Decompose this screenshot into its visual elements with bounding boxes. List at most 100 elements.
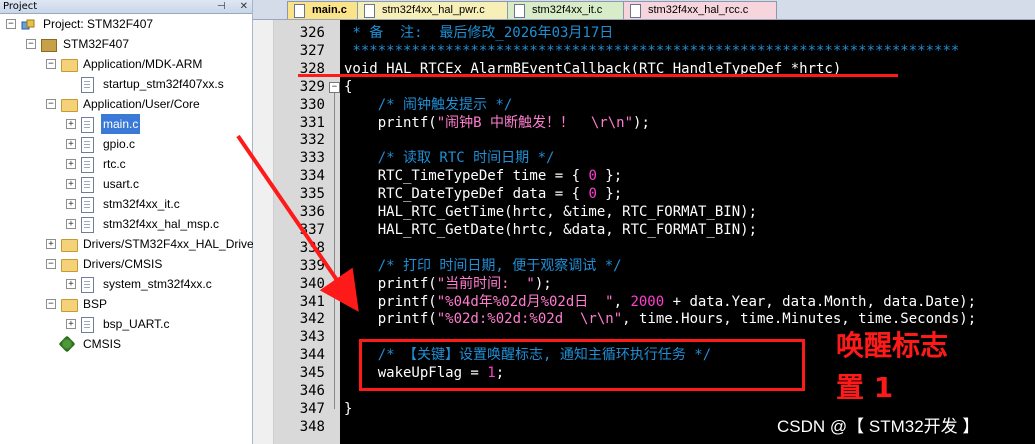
expand-icon[interactable]: + (66, 119, 76, 129)
expand-icon[interactable]: + (66, 279, 76, 289)
tab-stm32f4xx-hal-pwr-c[interactable]: stm32f4xx_hal_pwr.c (357, 1, 523, 19)
expand-icon[interactable]: + (46, 239, 56, 249)
line-number: 336 (299, 204, 325, 220)
tree-item[interactable]: − STM32F407 (0, 34, 252, 54)
tab-label: main.c (312, 4, 347, 16)
file-icon (294, 4, 305, 18)
tree-item[interactable]: + stm32f4xx_it.c (0, 194, 252, 214)
code-line[interactable]: printf("%04d年%02d月%02d日 ", 2000 + data.Y… (344, 293, 976, 311)
line-number: 348 (299, 418, 325, 435)
expand-icon[interactable]: + (66, 219, 76, 229)
tab-label: stm32f4xx_hal_pwr.c (382, 4, 485, 16)
tree-item[interactable]: + usart.c (0, 174, 252, 194)
file-icon (630, 4, 641, 18)
line-number: 344 (299, 347, 325, 364)
folder-icon (61, 99, 78, 112)
file-icon (81, 197, 94, 213)
line-number: 338 (299, 239, 325, 256)
annotation-note-line1: 唤醒标志 (836, 329, 949, 362)
line-number: 329 (299, 78, 325, 95)
file-icon (81, 277, 94, 293)
collapse-icon[interactable]: − (46, 299, 56, 309)
tree-item[interactable]: + system_stm32f4xx.c (0, 274, 252, 294)
tree-item-label: system_stm32f4xx.c (103, 277, 212, 291)
tree-item[interactable]: − Project: STM32F407 (0, 14, 252, 34)
tree-item-label: Drivers/CMSIS (83, 257, 163, 271)
editor-tabbar: main.c stm32f4xx_hal_pwr.c stm32f4xx_it.… (253, 0, 1035, 20)
code-line[interactable]: ****************************************… (344, 42, 959, 60)
expand-icon[interactable]: + (66, 139, 76, 149)
tree-item-label: Drivers/STM32F4xx_HAL_Driver (83, 237, 258, 251)
tree-item[interactable]: startup_stm32f407xx.s (0, 74, 252, 94)
collapse-icon[interactable]: − (46, 99, 56, 109)
line-number: 339 (299, 257, 325, 274)
code-line[interactable]: * 备 注: 最后修改_2026年03月17日 (344, 24, 613, 42)
expand-icon[interactable]: + (66, 159, 76, 169)
tree-item[interactable]: − Application/User/Core (0, 94, 252, 114)
code-line[interactable]: } (344, 400, 352, 418)
target-icon (41, 39, 57, 52)
tree-item[interactable]: − Application/MDK-ARM (0, 54, 252, 74)
close-icon[interactable]: ✕ (240, 1, 248, 12)
tree-item[interactable]: + Drivers/STM32F4xx_HAL_Driver (0, 234, 258, 254)
tree-item[interactable]: − BSP (0, 294, 252, 314)
code-line[interactable]: RTC_TimeTypeDef time = { 0 }; (344, 167, 622, 185)
folder-icon (61, 239, 78, 252)
tree-item[interactable]: + main.c (0, 114, 252, 134)
collapse-icon[interactable]: − (26, 39, 36, 49)
code-line[interactable]: HAL_RTC_GetTime(hrtc, &time, RTC_FORMAT_… (344, 203, 757, 221)
code-line[interactable]: { (344, 78, 352, 96)
code-line[interactable]: /* 闹钟触发提示 */ (344, 96, 513, 114)
expand-icon[interactable]: + (66, 199, 76, 209)
tab-label: stm32f4xx_hal_rcc.c (648, 4, 749, 16)
tree-item[interactable]: − Drivers/CMSIS (0, 254, 252, 274)
line-number: 330 (299, 96, 325, 113)
tree-item-label: bsp_UART.c (103, 317, 170, 331)
tree-item[interactable]: + gpio.c (0, 134, 252, 154)
file-icon (81, 317, 94, 333)
tree-item-label: stm32f4xx_hal_msp.c (103, 217, 220, 231)
file-icon (81, 117, 94, 133)
tree-item-label: Application/MDK-ARM (83, 57, 203, 71)
code-line[interactable]: /* 读取 RTC 时间日期 */ (344, 149, 555, 167)
line-number: 347 (299, 400, 325, 417)
pin-icon[interactable]: ⊣ (217, 1, 226, 12)
expand-icon[interactable]: + (66, 319, 76, 329)
line-number: 343 (299, 329, 325, 346)
tree-item[interactable]: + stm32f4xx_hal_msp.c (0, 214, 252, 234)
fold-icon[interactable]: − (329, 81, 340, 93)
gear-icon (58, 335, 76, 353)
line-number: 335 (299, 186, 325, 203)
file-icon (364, 4, 375, 18)
collapse-icon[interactable]: − (6, 19, 16, 29)
tree-item[interactable]: CMSIS (0, 334, 252, 354)
tree-item-label: STM32F407 (63, 37, 130, 51)
line-number: 331 (299, 114, 325, 131)
folder-icon (61, 299, 78, 312)
annotation-note: 唤醒标志 置 1 (836, 325, 1016, 409)
folder-icon (61, 259, 78, 272)
project-panel-titlebar: Project ⊣ ✕ (0, 0, 252, 14)
code-line[interactable]: /* 打印 时间日期, 便于观察调试 */ (344, 257, 622, 275)
code-line[interactable]: printf("当前时间: "); (344, 275, 552, 293)
expand-icon[interactable]: + (66, 179, 76, 189)
line-number: 342 (299, 311, 325, 328)
tab-label: stm32f4xx_it.c (532, 4, 603, 16)
collapse-icon[interactable]: − (46, 59, 56, 69)
line-number: 345 (299, 365, 325, 382)
annotation-note-line2: 置 1 (836, 371, 894, 404)
tree-item[interactable]: + rtc.c (0, 154, 252, 174)
tree-item-label: usart.c (103, 177, 140, 191)
bookmark-margin[interactable] (253, 20, 274, 444)
line-number: 332 (299, 132, 325, 149)
tree-item-label: gpio.c (103, 137, 136, 151)
tab-main-c[interactable]: main.c (287, 1, 359, 19)
code-line[interactable]: HAL_RTC_GetDate(hrtc, &data, RTC_FORMAT_… (344, 221, 757, 239)
tree-item[interactable]: + bsp_UART.c (0, 314, 252, 334)
tab-stm32f4xx-hal-rcc-c[interactable]: stm32f4xx_hal_rcc.c (623, 1, 777, 19)
line-number: 333 (299, 150, 325, 167)
code-line[interactable]: printf("闹钟B 中断触发！！ \r\n"); (344, 114, 650, 132)
collapse-icon[interactable]: − (46, 259, 56, 269)
code-line[interactable]: RTC_DateTypeDef data = { 0 }; (344, 185, 622, 203)
tab-stm32f4xx-it-c[interactable]: stm32f4xx_it.c (507, 1, 633, 19)
